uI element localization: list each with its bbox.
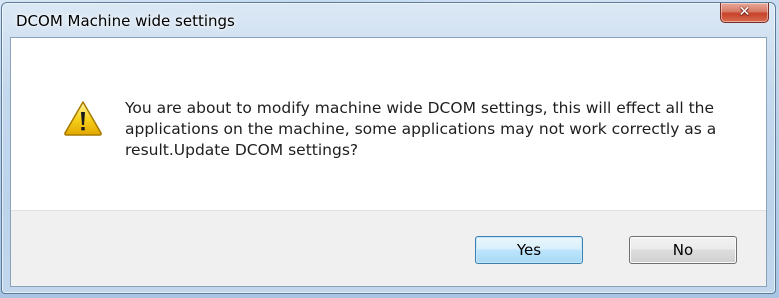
yes-button-label: Yes (516, 241, 542, 259)
message-area: You are about to modify machine wide DCO… (11, 38, 766, 210)
dialog-client-area: You are about to modify machine wide DCO… (10, 37, 767, 287)
close-button[interactable]: ✕ (720, 3, 769, 23)
screen: DCOM Machine wide settings ✕ You are abo… (0, 0, 779, 298)
button-bar: Yes No (11, 210, 766, 286)
dialog-window: DCOM Machine wide settings ✕ You are abo… (1, 2, 776, 294)
title-bar[interactable]: DCOM Machine wide settings ✕ (2, 3, 775, 37)
warning-icon (64, 101, 102, 136)
close-icon: ✕ (738, 4, 751, 20)
window-title: DCOM Machine wide settings (16, 12, 235, 30)
no-button-label: No (672, 241, 694, 259)
no-button[interactable]: No (629, 236, 737, 264)
yes-button[interactable]: Yes (475, 236, 583, 264)
dialog-message: You are about to modify machine wide DCO… (125, 99, 717, 159)
